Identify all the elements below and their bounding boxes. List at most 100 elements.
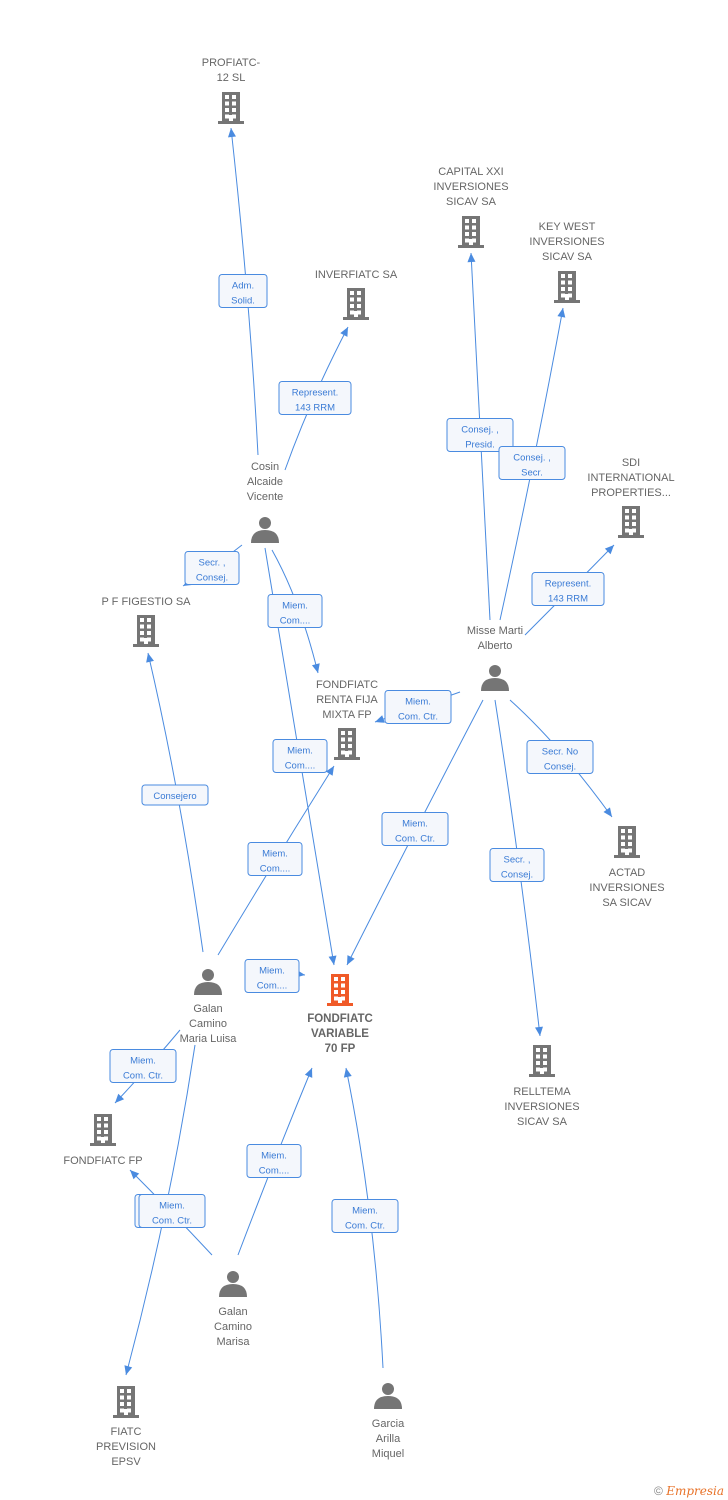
edge-label[interactable]: Consej. , Secr.: [498, 446, 566, 480]
edge-label[interactable]: Miem. Com....: [246, 1144, 302, 1178]
node-label[interactable]: Maria Luisa: [180, 1033, 238, 1045]
node-label[interactable]: Miquel: [372, 1448, 404, 1460]
edge-label-text: Solid.: [231, 296, 255, 307]
node-keywest[interactable]: KEY WEST INVERSIONES SICAV SA: [529, 221, 605, 303]
building-icon[interactable]: [327, 974, 353, 1006]
edge-label[interactable]: Secr. No Consej.: [526, 740, 594, 774]
node-label[interactable]: Alberto: [478, 640, 513, 652]
building-icon[interactable]: [133, 615, 159, 647]
edge-label[interactable]: Miem. Com....: [247, 842, 303, 876]
node-marisa[interactable]: Galan Camino Marisa: [214, 1271, 252, 1348]
node-label[interactable]: SA SICAV: [602, 897, 652, 909]
building-icon[interactable]: [618, 506, 644, 538]
node-capital[interactable]: CAPITAL XXI INVERSIONES SICAV SA: [433, 166, 509, 248]
node-label[interactable]: INTERNATIONAL: [587, 472, 674, 484]
node-label[interactable]: KEY WEST: [539, 221, 596, 233]
edge-label[interactable]: Represent. 143 RRM: [278, 381, 352, 415]
edge-label[interactable]: Secr. , Consej.: [184, 551, 240, 585]
node-label[interactable]: INVERSIONES: [529, 236, 604, 248]
node-label[interactable]: FONDFIATC FP: [63, 1155, 142, 1167]
node-mluisa[interactable]: Galan Camino Maria Luisa: [180, 969, 238, 1045]
node-label[interactable]: Cosin: [251, 461, 279, 473]
node-label[interactable]: Camino: [189, 1018, 227, 1030]
edge-label[interactable]: Miem. Com....: [267, 594, 323, 628]
person-icon[interactable]: [481, 665, 509, 691]
node-label[interactable]: SICAV SA: [542, 251, 593, 263]
node-sdi[interactable]: SDI INTERNATIONAL PROPERTIES...: [587, 457, 675, 538]
edge-label-text: Miem.: [262, 849, 288, 860]
building-icon[interactable]: [90, 1114, 116, 1146]
node-fondfp[interactable]: FONDFIATC FP: [63, 1114, 143, 1167]
edge-label-text: Consej.: [501, 870, 533, 881]
node-label[interactable]: Alcaide: [247, 476, 283, 488]
building-icon[interactable]: [218, 92, 244, 124]
empresia-logo[interactable]: Empresia: [666, 1484, 724, 1498]
node-label[interactable]: Garcia: [372, 1418, 405, 1430]
node-label[interactable]: SICAV SA: [446, 196, 497, 208]
node-label[interactable]: SICAV SA: [517, 1116, 568, 1128]
person-icon[interactable]: [219, 1271, 247, 1297]
edge-label[interactable]: Miem. Com....: [244, 959, 300, 993]
node-label[interactable]: EPSV: [111, 1456, 141, 1468]
node-figestio[interactable]: P F FIGESTIO SA: [101, 596, 191, 647]
edge-label[interactable]: Secr. , Consej.: [489, 848, 545, 882]
building-icon[interactable]: [614, 826, 640, 858]
node-label[interactable]: PREVISION: [96, 1441, 156, 1453]
node-garcia[interactable]: Garcia Arilla Miquel: [372, 1383, 405, 1460]
edge-label[interactable]: Miem. Com. Ctr.: [381, 812, 449, 846]
node-profiatc[interactable]: PROFIATC- 12 SL: [202, 57, 261, 124]
node-label[interactable]: INVERSIONES: [589, 882, 664, 894]
building-icon[interactable]: [458, 216, 484, 248]
node-label[interactable]: 70 FP: [325, 1043, 356, 1055]
node-label[interactable]: INVERSIONES: [504, 1101, 579, 1113]
building-icon[interactable]: [343, 288, 369, 320]
node-label[interactable]: PROPERTIES...: [591, 487, 671, 499]
edge-label[interactable]: Miem. Com. Ctr.: [138, 1194, 206, 1228]
node-label[interactable]: Marisa: [216, 1336, 250, 1348]
node-variable[interactable]: FONDFIATC VARIABLE 70 FP: [307, 974, 373, 1055]
building-icon[interactable]: [334, 728, 360, 760]
node-label[interactable]: MIXTA FP: [322, 709, 371, 721]
person-icon[interactable]: [251, 517, 279, 543]
relationship-diagram: Adm. Solid. Represent. 143 RRM Secr. , Consej…: [63, 57, 675, 1468]
node-label[interactable]: Vicente: [247, 491, 284, 503]
node-inverfiatc[interactable]: INVERFIATC SA: [315, 269, 398, 320]
person-icon[interactable]: [374, 1383, 402, 1409]
node-label[interactable]: FONDFIATC: [316, 679, 378, 691]
node-label[interactable]: FONDFIATC: [307, 1013, 373, 1025]
node-cosin[interactable]: Cosin Alcaide Vicente: [247, 461, 284, 543]
node-label[interactable]: P F FIGESTIO SA: [101, 596, 191, 608]
building-icon[interactable]: [113, 1386, 139, 1418]
node-label[interactable]: ACTAD: [609, 867, 646, 879]
node-label[interactable]: RELLTEMA: [513, 1086, 571, 1098]
node-label[interactable]: RENTA FIJA: [316, 694, 378, 706]
node-misse[interactable]: Misse Marti Alberto: [467, 625, 523, 691]
edge-label-text: Secr. ,: [504, 855, 531, 866]
node-label[interactable]: INVERSIONES: [433, 181, 508, 193]
node-label[interactable]: Camino: [214, 1321, 252, 1333]
node-actad[interactable]: ACTAD INVERSIONES SA SICAV: [589, 826, 665, 909]
node-label[interactable]: Misse Marti: [467, 625, 523, 637]
node-fiatcprev[interactable]: FIATC PREVISION EPSV: [96, 1386, 156, 1468]
node-relltema[interactable]: RELLTEMA INVERSIONES SICAV SA: [504, 1045, 580, 1128]
node-label[interactable]: Galan: [218, 1306, 247, 1318]
edge-label[interactable]: Adm. Solid.: [218, 274, 268, 308]
edge-label[interactable]: Represent. 143 RRM: [531, 572, 605, 606]
edge-label[interactable]: Miem. Com. Ctr.: [331, 1199, 399, 1233]
node-label[interactable]: CAPITAL XXI: [438, 166, 503, 178]
node-label[interactable]: VARIABLE: [311, 1028, 369, 1040]
edge-label[interactable]: Miem. Com....: [272, 739, 328, 773]
node-label[interactable]: FIATC: [111, 1426, 142, 1438]
person-icon[interactable]: [194, 969, 222, 995]
node-label[interactable]: SDI: [622, 457, 640, 469]
node-label[interactable]: Arilla: [376, 1433, 401, 1445]
node-label[interactable]: INVERFIATC SA: [315, 269, 398, 281]
edge-label[interactable]: Miem. Com. Ctr.: [384, 690, 452, 724]
building-icon[interactable]: [554, 271, 580, 303]
node-label[interactable]: Galan: [193, 1003, 222, 1015]
edge-label[interactable]: Consejero: [141, 784, 209, 806]
edge-label[interactable]: Miem. Com. Ctr.: [109, 1049, 177, 1083]
node-label[interactable]: PROFIATC-: [202, 57, 261, 69]
building-icon[interactable]: [529, 1045, 555, 1077]
node-label[interactable]: 12 SL: [217, 72, 246, 84]
